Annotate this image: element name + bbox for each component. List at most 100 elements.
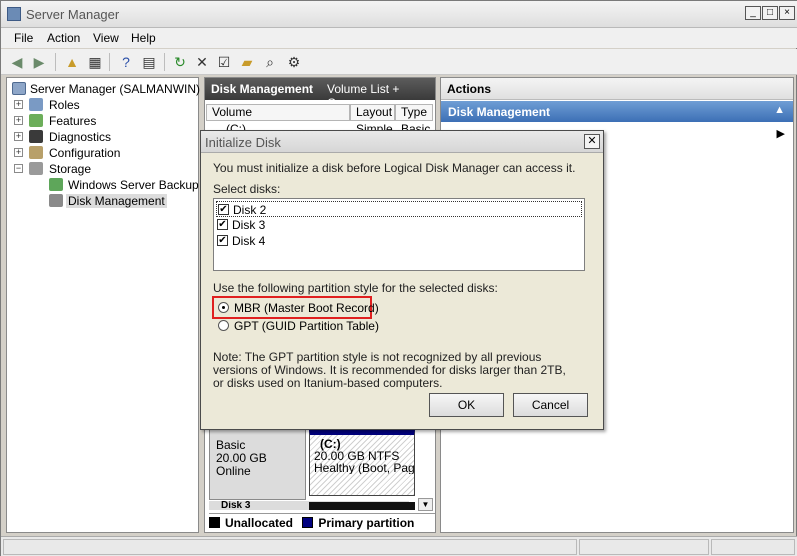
collapse-section-icon[interactable]: ▲ [774, 104, 785, 116]
status-cell-main [3, 539, 577, 555]
tree-item-label: Storage [49, 162, 92, 176]
disk-row-disk-4[interactable]: ✔ Disk 4 [216, 233, 582, 249]
navigation-tree: Server Manager (SALMANWIN) + Roles + Fea… [6, 77, 201, 533]
disk-info-panel[interactable]: Basic 20.00 GB Online [209, 428, 306, 500]
checkbox-disk-2[interactable]: ✔ [218, 204, 229, 215]
menu-file[interactable]: File [14, 31, 33, 45]
unallocated-swatch [209, 517, 220, 528]
menu-help[interactable]: Help [131, 31, 156, 45]
more-actions-arrow-icon[interactable]: ▶ [777, 127, 785, 140]
help-icon[interactable]: ? [116, 52, 136, 72]
partition-style-label: Use the following partition style for th… [213, 281, 498, 295]
primary-swatch [302, 517, 314, 528]
tree-root[interactable]: Server Manager (SALMANWIN) [7, 81, 201, 97]
column-layout[interactable]: Layout [350, 104, 395, 121]
tree-item-label: Windows Server Backup [68, 178, 199, 192]
dialog-title-bar: Initialize Disk ✕ [201, 131, 603, 153]
expand-icon[interactable]: + [14, 100, 23, 109]
properties-icon[interactable]: ☑ [214, 52, 234, 72]
cancel-button[interactable]: Cancel [513, 393, 588, 417]
tree-item-label: Roles [49, 98, 80, 112]
disk-row-disk-3[interactable]: ✔ Disk 3 [216, 217, 582, 233]
dialog-title: Initialize Disk [205, 135, 281, 150]
radio-mbr-label: MBR (Master Boot Record) [234, 301, 379, 315]
radio-mbr[interactable]: MBR (Master Boot Record) [218, 300, 388, 316]
dialog-close-button[interactable]: ✕ [584, 134, 600, 149]
column-volume[interactable]: Volume [206, 104, 350, 121]
actions-header: Actions [441, 78, 793, 100]
next-disk-unallocated-bar[interactable] [309, 502, 415, 510]
title-bar: Server Manager _ □ × [1, 1, 797, 28]
menu-action[interactable]: Action [47, 31, 80, 45]
scroll-down-button[interactable]: ▼ [418, 498, 433, 511]
actions-section[interactable]: Disk Management ▲ [441, 101, 793, 122]
expand-icon[interactable]: + [14, 116, 23, 125]
search-icon[interactable]: ⌕ [260, 52, 280, 72]
tree-item-label: Configuration [49, 146, 121, 160]
graphical-view: Basic 20.00 GB Online (C:) 20.00 GB NTFS… [205, 428, 435, 532]
storage-icon [29, 162, 43, 175]
menu-bar: File Action View Help [1, 28, 797, 48]
ok-button[interactable]: OK [429, 393, 504, 417]
legend-unallocated: Unallocated [225, 516, 294, 530]
select-disks-label: Select disks: [213, 182, 281, 196]
expand-icon[interactable]: + [14, 132, 23, 141]
up-folder-icon[interactable]: ▲ [62, 52, 82, 72]
tree-item-label-selected: Disk Management [66, 194, 167, 208]
tree-item-disk-management[interactable]: Disk Management [7, 193, 197, 209]
checkbox-disk-4[interactable]: ✔ [217, 235, 228, 246]
volume-health: Healthy (Boot, Page [314, 462, 414, 474]
initialize-disk-dialog: Initialize Disk ✕ You must initialize a … [200, 130, 604, 430]
actions-section-title: Disk Management [448, 105, 551, 119]
back-icon[interactable]: ◀ [7, 52, 27, 72]
collapse-icon[interactable]: − [14, 164, 23, 173]
tree-root-label: Server Manager (SALMANWIN) [30, 82, 201, 96]
maximize-button[interactable]: □ [762, 6, 778, 20]
show-action-pane-icon[interactable]: ▤ [139, 52, 159, 72]
configuration-icon [29, 146, 43, 159]
toolbar-separator [109, 53, 110, 71]
refresh-icon[interactable]: ↻ [170, 52, 190, 72]
features-icon [29, 114, 43, 127]
forward-icon[interactable]: ▶ [29, 52, 49, 72]
volume-size: 20.00 GB NTFS [314, 449, 400, 463]
diagnostics-icon [29, 130, 43, 143]
radio-gpt-label: GPT (GUID Partition Table) [234, 319, 379, 333]
show-hide-tree-icon[interactable]: ▦ [85, 52, 105, 72]
settings-icon[interactable]: ⚙ [284, 52, 304, 72]
status-bar [1, 536, 797, 556]
checkbox-disk-3[interactable]: ✔ [217, 219, 228, 230]
close-button[interactable]: × [779, 6, 795, 20]
next-disk-label: Disk 3 [221, 501, 251, 510]
tree-item-features[interactable]: + Features [7, 113, 197, 129]
radio-gpt[interactable]: GPT (GUID Partition Table) [218, 318, 388, 334]
minimize-button[interactable]: _ [745, 6, 761, 20]
menu-view[interactable]: View [93, 31, 119, 45]
tree-item-roles[interactable]: + Roles [7, 97, 197, 113]
disk-label: Disk 3 [232, 218, 266, 232]
tree-item-storage[interactable]: − Storage [7, 161, 197, 177]
open-folder-icon[interactable]: ▰ [237, 52, 257, 72]
legend-primary: Primary partition [318, 516, 415, 530]
tree-item-windows-server-backup[interactable]: Windows Server Backup [7, 177, 199, 193]
volume-c-box[interactable]: (C:) 20.00 GB NTFS Healthy (Boot, Page [309, 430, 415, 496]
tree-item-diagnostics[interactable]: + Diagnostics [7, 129, 197, 145]
expand-icon[interactable]: + [14, 148, 23, 157]
pane-title: Disk Management [211, 82, 314, 96]
tree-item-configuration[interactable]: + Configuration [7, 145, 197, 161]
toolbar-separator [55, 53, 56, 71]
status-cell-3 [711, 539, 795, 555]
legend: Unallocated Primary partition [209, 513, 435, 530]
disk-row-disk-2[interactable]: ✔ Disk 2 [216, 201, 582, 217]
disk-status: Online [216, 464, 251, 478]
gpt-note: Note: The GPT partition style is not rec… [213, 350, 566, 390]
server-manager-icon [7, 7, 21, 21]
radio-mbr-button[interactable] [218, 302, 229, 313]
dialog-intro: You must initialize a disk before Logica… [213, 161, 576, 175]
column-type[interactable]: Type [395, 104, 433, 121]
toolbar: ◀ ▶ ▲ ▦ ? ▤ ↻ ✕ ☑ ▰ ⌕ ⚙ [1, 49, 797, 75]
disk-management-icon [49, 194, 63, 207]
radio-gpt-button[interactable] [218, 320, 229, 331]
server-manager-window: Server Manager _ □ × File Action View He… [0, 0, 797, 556]
delete-icon[interactable]: ✕ [192, 52, 212, 72]
